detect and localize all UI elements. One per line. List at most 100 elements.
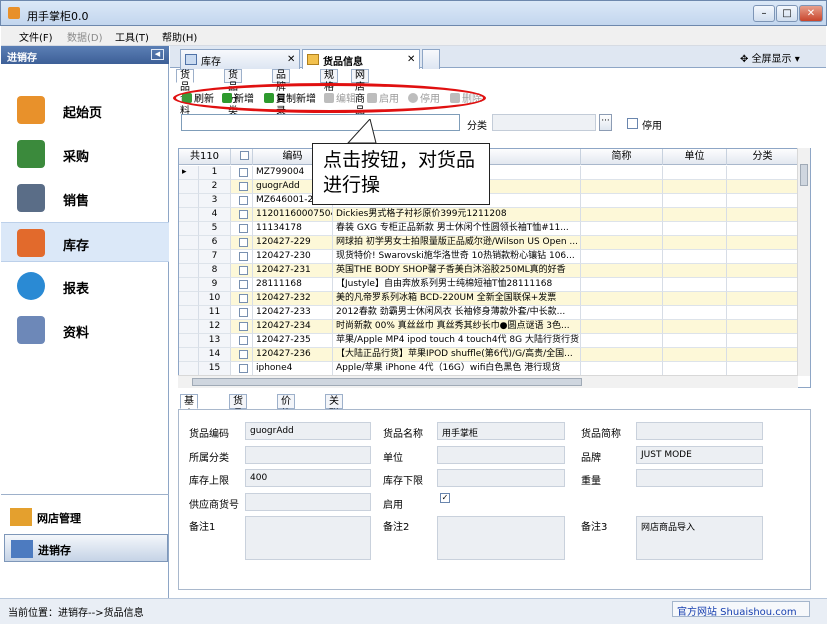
menu-tools[interactable]: 工具(T): [115, 29, 149, 44]
subtab-shop-products[interactable]: 网店商品: [351, 69, 369, 117]
cell-empty: [663, 180, 727, 195]
category-filter-input[interactable]: [492, 114, 596, 131]
row-checkbox[interactable]: [239, 196, 248, 205]
table-row[interactable]: 11 120427-233 2012春款 劲霸男士休闲风衣 长袖修身薄款外套/中长款…: [179, 306, 799, 321]
table-row[interactable]: 10 120427-232 美的凡帝罗系列冰箱 BCD-220UM 全新全国联保+发…: [179, 292, 799, 307]
select-all-header[interactable]: [231, 149, 253, 165]
search-input[interactable]: [181, 114, 460, 131]
cell-code: 112011600075043: [253, 208, 333, 223]
tab-price-info[interactable]: 价格信息: [277, 394, 295, 446]
tab-product-info[interactable]: 货品信息 ✕: [302, 49, 420, 69]
scroll-thumb[interactable]: [192, 378, 582, 386]
official-site-link[interactable]: 官方网站 Shuaishou.com: [677, 603, 797, 618]
maximize-button[interactable]: □: [776, 5, 798, 22]
row-checkbox[interactable]: [239, 168, 248, 177]
nav-item-data[interactable]: 资料: [1, 310, 169, 350]
column-shortname[interactable]: 简称: [581, 149, 663, 165]
row-checkbox[interactable]: [239, 336, 248, 345]
show-disabled-checkbox[interactable]: [627, 118, 638, 129]
cell-code: 120427-236: [253, 348, 333, 363]
brand-field[interactable]: JUST MODE: [636, 446, 763, 464]
enabled-checkbox[interactable]: ✓: [440, 493, 450, 503]
product-name-field[interactable]: 用手掌柜: [437, 422, 565, 440]
fullscreen-button[interactable]: ✥ 全屏显示 ▾: [740, 50, 800, 65]
tab-linked-shop-products[interactable]: 关联网店商品: [325, 394, 343, 472]
nav-item-home[interactable]: 起始页: [1, 90, 169, 130]
table-row[interactable]: 6 120427-229 网球拍 初学男女士拍限量版正品威尔逊/Wilson US …: [179, 236, 799, 251]
cell-empty: [581, 208, 663, 223]
product-short-field[interactable]: [636, 422, 763, 440]
row-checkbox[interactable]: [239, 322, 248, 331]
menu-data[interactable]: 数据(D): [67, 29, 103, 44]
unit-field[interactable]: [437, 446, 565, 464]
stock-lower-label: 库存下限: [383, 476, 423, 487]
select-all-checkbox[interactable]: [239, 151, 249, 160]
row-checkbox[interactable]: [239, 182, 248, 191]
row-checkbox[interactable]: [239, 238, 248, 247]
nav-item-reports[interactable]: 报表: [1, 266, 169, 306]
cell-empty: [727, 334, 799, 349]
row-checkbox[interactable]: [239, 210, 248, 219]
table-row[interactable]: 5 11134178 春装 GXG 专柜正品新款 男士休闲个性圆领长袖T恤#11..…: [179, 222, 799, 237]
tab-inventory[interactable]: 库存 ✕: [180, 49, 300, 69]
note1-field[interactable]: [245, 516, 371, 560]
cell-empty: [581, 222, 663, 237]
row-select-cell: [231, 306, 253, 321]
table-row[interactable]: 12 120427-234 时尚新款 00% 真丝丝巾 真丝秀其纱长巾●圆点谜语 3…: [179, 320, 799, 335]
table-row[interactable]: 9 28111168 【Justyle】自由奔放系列男士纯棉短袖T恤28111168: [179, 278, 799, 293]
table-row[interactable]: 14 120427-236 【大陆正品行货】苹果IPOD shuffle(第6代)/…: [179, 348, 799, 363]
table-row[interactable]: 4 112011600075043Dickies男式格子衬衫原价399元12112…: [179, 208, 799, 223]
table-row[interactable]: 8 120427-231 英国THE BODY SHOP馨子香美白沐浴胶250ML真…: [179, 264, 799, 279]
category-field[interactable]: [245, 446, 371, 464]
row-checkbox[interactable]: [239, 252, 248, 261]
nav-shop-management[interactable]: 网店管理: [4, 503, 168, 531]
row-indicator: [179, 264, 199, 279]
minimize-button[interactable]: –: [753, 5, 775, 22]
menu-file[interactable]: 文件(F): [19, 29, 53, 44]
horizontal-scrollbar[interactable]: [178, 375, 798, 388]
close-tab-icon[interactable]: ✕: [407, 54, 415, 65]
row-checkbox[interactable]: [239, 308, 248, 317]
supplier-code-field[interactable]: [245, 493, 371, 511]
nav-item-purchase[interactable]: 采购: [1, 134, 169, 174]
nav-item-label: 采购: [63, 150, 90, 165]
category-picker-button[interactable]: ···: [599, 114, 612, 131]
scroll-thumb[interactable]: [800, 164, 808, 186]
stock-upper-field[interactable]: 400: [245, 469, 371, 487]
row-checkbox[interactable]: [239, 266, 248, 275]
close-button[interactable]: ✕: [799, 5, 823, 22]
table-row[interactable]: 7 120427-230 现货特价! Swarovski施华洛世奇 10热销款粉心镶…: [179, 250, 799, 265]
column-unit[interactable]: 单位: [663, 149, 727, 165]
tab-product-spec[interactable]: 货品规格: [229, 394, 247, 446]
row-checkbox[interactable]: [239, 364, 248, 373]
table-row[interactable]: 13 120427-235 苹果/Apple MP4 ipod touch 4 to…: [179, 334, 799, 349]
subtab-brand-catalog[interactable]: 品牌目录: [272, 69, 290, 117]
nav-item-sales[interactable]: 销售: [1, 178, 169, 218]
subtab-spec[interactable]: 规格: [320, 69, 338, 93]
collapse-panel-icon[interactable]: ◀: [151, 49, 164, 60]
row-checkbox[interactable]: [239, 294, 248, 303]
note2-field[interactable]: [437, 516, 565, 560]
nav-inventory-module[interactable]: 进销存: [4, 534, 168, 562]
row-indicator: [179, 278, 199, 293]
close-tab-icon[interactable]: ✕: [287, 54, 295, 65]
subtab-product-data[interactable]: 货品资料: [176, 69, 194, 117]
vertical-scrollbar[interactable]: [797, 148, 810, 376]
tab-basic-info[interactable]: 基本信息: [180, 394, 198, 446]
row-checkbox[interactable]: [239, 350, 248, 359]
cell-n: 14: [199, 348, 231, 363]
new-tab[interactable]: [422, 49, 440, 69]
cell-n: 3: [199, 194, 231, 209]
note3-field[interactable]: 网店商品导入: [636, 516, 763, 560]
nav-item-inventory[interactable]: 库存: [1, 222, 169, 262]
subtab-product-category[interactable]: 货品分类: [224, 69, 242, 117]
row-checkbox[interactable]: [239, 224, 248, 233]
row-checkbox[interactable]: [239, 280, 248, 289]
menu-help[interactable]: 帮助(H): [162, 29, 197, 44]
weight-field[interactable]: [636, 469, 763, 487]
row-select-cell: [231, 194, 253, 209]
product-code-field[interactable]: guogrAdd: [245, 422, 371, 440]
stock-lower-field[interactable]: [437, 469, 565, 487]
column-category[interactable]: 分类: [727, 149, 799, 165]
row-indicator: [179, 222, 199, 237]
